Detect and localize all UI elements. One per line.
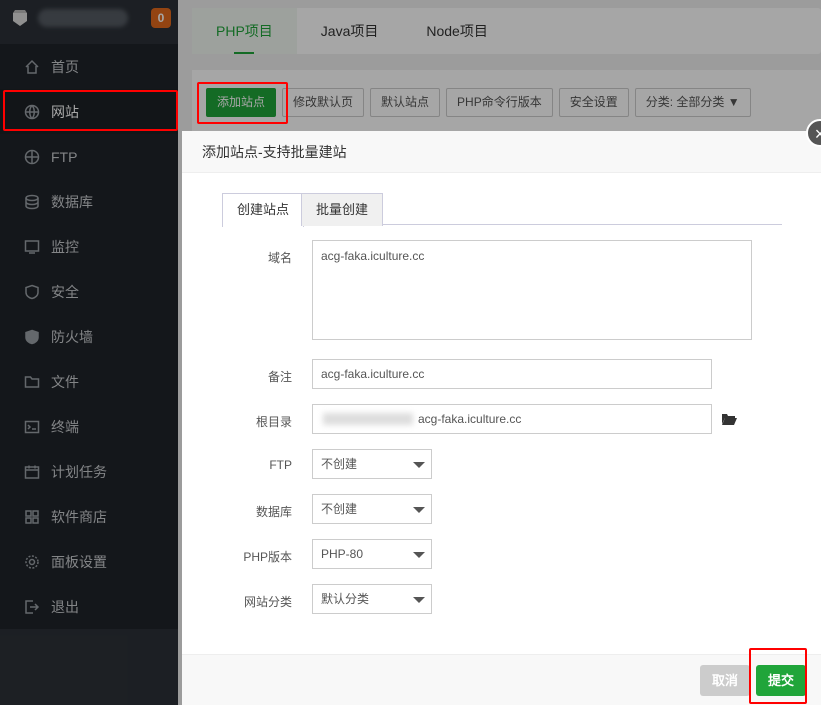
path-blurred [323,413,413,425]
root-input[interactable]: acg-faka.iculture.cc [312,404,712,434]
cancel-button[interactable]: 取消 [700,665,751,696]
dialog-tabs: 创建站点 批量创建 [222,193,782,227]
database-select-value: 不创建 [321,502,358,516]
cat-label: 网站分类 [243,595,292,609]
root-value: acg-faka.iculture.cc [418,412,522,426]
ftp-select-value: 不创建 [321,457,358,471]
dialog-title: 添加站点-支持批量建站 [182,131,821,173]
highlight-box [197,82,288,124]
ftp-select[interactable]: 不创建 [312,449,432,479]
domain-label: 域名 [267,251,292,265]
database-select[interactable]: 不创建 [312,494,432,524]
add-site-dialog: 添加站点-支持批量建站 创建站点 批量创建 域名 acg-faka.icultu… [182,131,821,705]
domain-textarea[interactable]: acg-faka.iculture.cc [312,240,752,340]
db-label: 数据库 [255,505,292,519]
php-label: PHP版本 [243,550,292,564]
highlight-box [749,648,807,704]
php-version-select-value: PHP-80 [321,547,364,561]
site-category-select-value: 默认分类 [321,592,370,606]
highlight-box [3,90,178,131]
tab-create-site[interactable]: 创建站点 [222,193,305,227]
folder-open-icon[interactable] [722,413,737,425]
remark-label: 备注 [267,370,292,384]
remark-input[interactable]: acg-faka.iculture.cc [312,359,712,389]
site-category-select[interactable]: 默认分类 [312,584,432,614]
php-version-select[interactable]: PHP-80 [312,539,432,569]
ftp-label: FTP [269,458,292,472]
tab-batch-create[interactable]: 批量创建 [301,193,384,226]
dialog-footer: 取消 提交 [182,654,821,705]
root-label: 根目录 [255,415,292,429]
